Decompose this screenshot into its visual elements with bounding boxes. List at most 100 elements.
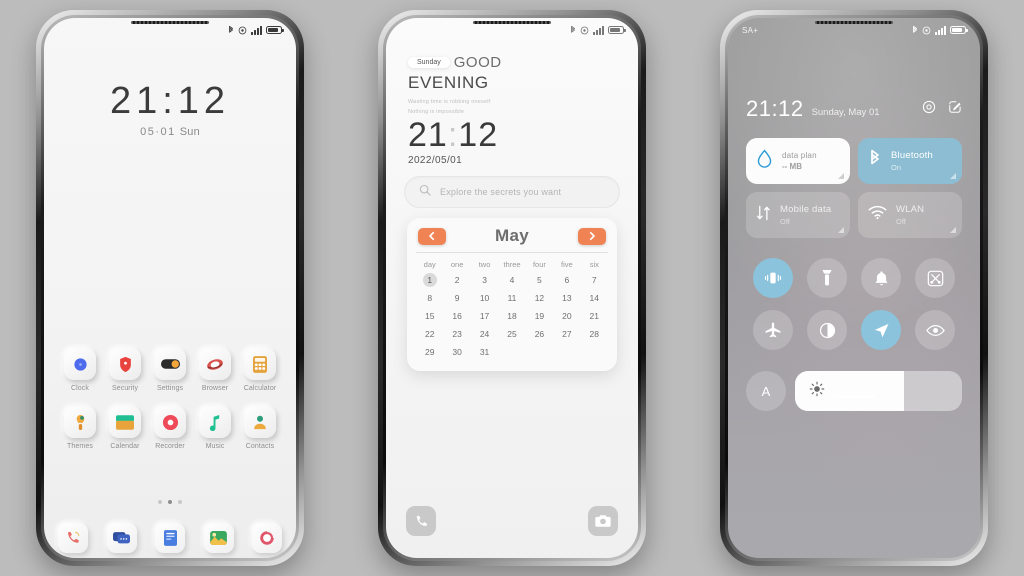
calendar-day[interactable]: 20	[553, 309, 580, 323]
mobile-data-tile[interactable]: Mobile data Off	[746, 192, 850, 238]
notes-dock-icon[interactable]	[155, 523, 185, 553]
calendar-day[interactable]: 9	[443, 291, 470, 305]
bluetooth-text: Bluetooth On	[891, 150, 933, 172]
app-contacts[interactable]: Contacts	[238, 406, 282, 450]
expand-corner-icon[interactable]	[950, 227, 956, 233]
calendar-day[interactable]: 14	[581, 291, 608, 305]
airplane-toggle[interactable]	[753, 310, 793, 350]
calendar-day-today[interactable]: 1	[422, 273, 437, 287]
settings-icon[interactable]	[922, 100, 936, 119]
calendar-day[interactable]: 6	[553, 273, 580, 287]
camera-icon[interactable]	[588, 506, 618, 536]
page-indicator[interactable]	[44, 500, 296, 504]
calendar-day[interactable]: 30	[443, 345, 470, 359]
calendar-day[interactable]: 31	[471, 345, 498, 359]
search-input[interactable]: Explore the secrets you want	[404, 176, 620, 208]
app-browser[interactable]: Browser	[193, 348, 237, 392]
calendar-day[interactable]: 12	[526, 291, 553, 305]
phone1-screen: 21:12 05·01 Sun Clock Security Settings …	[44, 18, 296, 558]
settings-toggle-icon	[154, 348, 186, 380]
page-dot[interactable]	[178, 500, 182, 504]
calendar-day[interactable]: 2	[443, 273, 470, 287]
calendar-day[interactable]: 23	[443, 327, 470, 341]
tile-sub: -- MB	[782, 162, 802, 171]
screenshot-toggle[interactable]	[915, 258, 955, 298]
phone-icon[interactable]	[406, 506, 436, 536]
home-indicator[interactable]	[833, 395, 875, 398]
app-music[interactable]: Music	[193, 406, 237, 450]
calendar-day[interactable]: 22	[416, 327, 443, 341]
wlan-tile[interactable]: WLAN Off	[858, 192, 962, 238]
brightness-slider[interactable]	[795, 371, 962, 411]
app-calculator[interactable]: Calculator	[238, 348, 282, 392]
page-dot-active[interactable]	[168, 500, 172, 504]
music-note-icon	[199, 406, 231, 438]
app-themes[interactable]: Themes	[58, 406, 102, 450]
data-plan-tile[interactable]: data plan -- MB	[746, 138, 850, 184]
app-calendar[interactable]: Calendar	[103, 406, 147, 450]
earpiece-speaker-icon	[815, 21, 893, 24]
home-date: 2022/05/01	[408, 154, 463, 166]
page-dot[interactable]	[158, 500, 162, 504]
app-grid: Clock Security Settings Browser Calculat…	[58, 348, 282, 464]
calendar-day[interactable]: 24	[471, 327, 498, 341]
calendar-day[interactable]: 25	[498, 327, 525, 341]
app-label: Themes	[67, 443, 93, 450]
calendar-day[interactable]: 5	[526, 273, 553, 287]
app-settings[interactable]: Settings	[148, 348, 192, 392]
messages-dock-icon[interactable]	[106, 523, 137, 553]
expand-corner-icon[interactable]	[950, 173, 956, 179]
dark-mode-toggle[interactable]	[807, 310, 847, 350]
calendar-day-grid[interactable]: 1 2 3 4 5 6 7 8 9 10 11 12 13 14 15 16 17 18 19 20 21 22 23 24 2…	[416, 273, 608, 359]
lock-weekday: Sun	[179, 126, 200, 138]
flashlight-toggle[interactable]	[807, 258, 847, 298]
app-clock[interactable]: Clock	[58, 348, 102, 392]
calendar-day[interactable]: 19	[526, 309, 553, 323]
eye-care-toggle[interactable]	[915, 310, 955, 350]
calendar-day[interactable]: 21	[581, 309, 608, 323]
calendar-day[interactable]: 17	[471, 309, 498, 323]
expand-corner-icon[interactable]	[838, 227, 844, 233]
calendar-widget: May day one two three four five six 1 2 …	[407, 218, 617, 371]
calendar-day[interactable]: 10	[471, 291, 498, 305]
expand-corner-icon[interactable]	[838, 173, 844, 179]
location-toggle[interactable]	[861, 310, 901, 350]
calendar-day[interactable]: 11	[498, 291, 525, 305]
calendar-day[interactable]: 27	[553, 327, 580, 341]
calendar-day[interactable]: 26	[526, 327, 553, 341]
gallery-dock-icon[interactable]	[203, 523, 234, 553]
calendar-day[interactable]: 29	[416, 345, 443, 359]
calendar-day[interactable]: 18	[498, 309, 525, 323]
calendar-day[interactable]: 8	[416, 291, 443, 305]
auto-brightness-button[interactable]: A	[746, 371, 786, 411]
app-recorder[interactable]: Recorder	[148, 406, 192, 450]
calendar-day[interactable]: 15	[416, 309, 443, 323]
app-security[interactable]: Security	[103, 348, 147, 392]
brightness-row: A	[746, 371, 962, 411]
quote-line-1: Wasting time is robbing oneself	[408, 99, 491, 105]
battery-icon	[950, 26, 968, 34]
greeting-block: Sunday GOOD EVENING Wasting time is robbi…	[408, 54, 620, 166]
chevron-right-icon[interactable]	[577, 227, 606, 245]
calendar-day[interactable]: 16	[443, 309, 470, 323]
calendar-day[interactable]: 3	[471, 273, 498, 287]
bell-toggle[interactable]	[861, 258, 901, 298]
contacts-icon	[244, 406, 276, 438]
tile-title: WLAN	[896, 204, 925, 215]
quick-launch-row	[406, 506, 618, 536]
cc-time: 21:12	[746, 96, 804, 121]
bluetooth-tile[interactable]: Bluetooth On	[858, 138, 962, 184]
chevron-left-icon[interactable]	[418, 227, 446, 245]
calendar-day[interactable]: 7	[581, 273, 608, 287]
calendar-day[interactable]: 13	[553, 291, 580, 305]
phone-dock-icon[interactable]	[58, 523, 88, 553]
calendar-day[interactable]: 4	[498, 273, 525, 287]
edit-icon[interactable]	[948, 100, 962, 119]
tile-title: Mobile data	[780, 204, 832, 215]
vibrate-toggle[interactable]	[753, 258, 793, 298]
camera-dock-icon[interactable]	[252, 523, 282, 553]
tile-sub: Off	[780, 217, 790, 226]
app-label: Security	[111, 385, 139, 392]
calendar-day[interactable]: 28	[581, 327, 608, 341]
weekday-label: one	[450, 260, 464, 269]
